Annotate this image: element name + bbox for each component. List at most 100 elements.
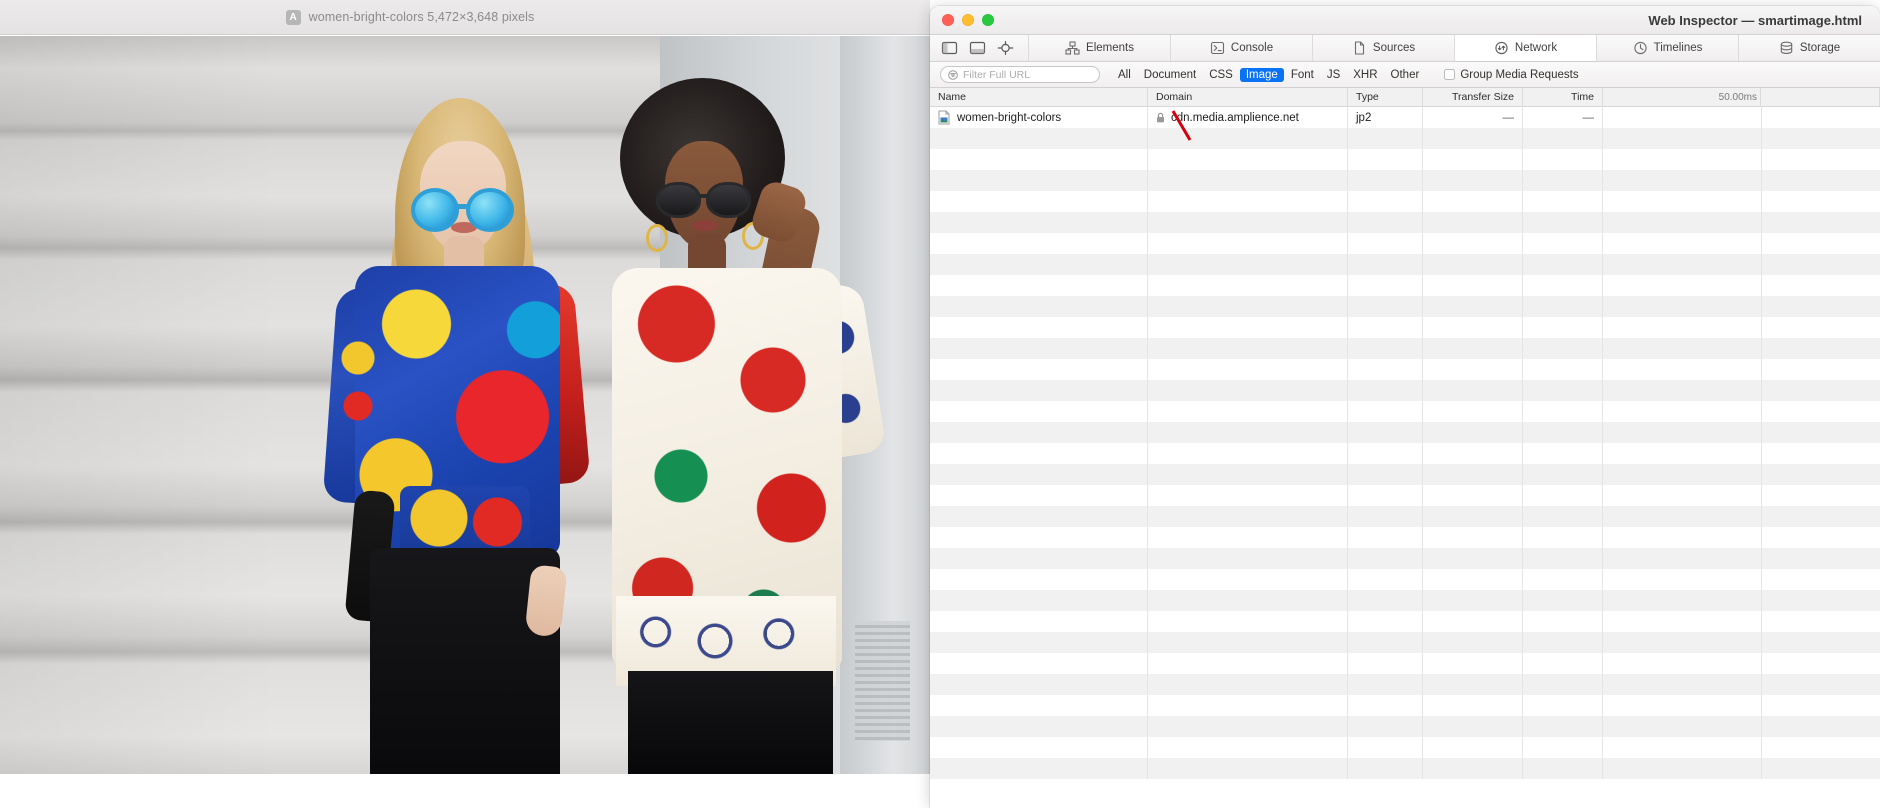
- empty-cell-domain: [1148, 548, 1348, 569]
- empty-cell-transfer-size: [1423, 254, 1523, 275]
- minimize-window-button[interactable]: [962, 14, 974, 26]
- waterfall-row-divider: [1761, 212, 1762, 233]
- inspect-element-icon[interactable]: [997, 41, 1014, 55]
- image-viewer-window: A women-bright-colors 5,472×3,648 pixels: [0, 0, 930, 808]
- waterfall-row-divider: [1761, 737, 1762, 758]
- empty-cell-type: [1348, 674, 1423, 695]
- empty-cell-type: [1348, 506, 1423, 527]
- tab-sources[interactable]: Sources: [1313, 35, 1455, 61]
- waterfall-row-divider: [1761, 464, 1762, 485]
- empty-table-row: [930, 485, 1880, 506]
- empty-cell-transfer-size: [1423, 485, 1523, 506]
- group-media-requests-checkbox[interactable]: Group Media Requests: [1444, 69, 1579, 81]
- filter-type-image[interactable]: Image: [1239, 67, 1284, 82]
- waterfall-row-divider: [1761, 233, 1762, 254]
- model-a-sunglasses-right: [466, 188, 514, 232]
- empty-cell-waterfall: [1603, 443, 1880, 464]
- tab-storage[interactable]: Storage: [1739, 35, 1880, 61]
- empty-cell-time: [1523, 422, 1603, 443]
- zoom-window-button[interactable]: [982, 14, 994, 26]
- empty-table-row: [930, 338, 1880, 359]
- waterfall-row-divider: [1761, 716, 1762, 737]
- column-header-domain[interactable]: Domain: [1148, 88, 1348, 106]
- empty-cell-time: [1523, 653, 1603, 674]
- column-header-transfer-size[interactable]: Transfer Size: [1423, 88, 1523, 106]
- waterfall-row-divider: [1761, 548, 1762, 569]
- elements-icon: [1065, 41, 1080, 55]
- empty-table-row: [930, 611, 1880, 632]
- waterfall-row-divider: [1761, 317, 1762, 338]
- filter-type-xhr[interactable]: XHR: [1347, 68, 1383, 82]
- tab-console[interactable]: Console: [1171, 35, 1313, 61]
- filter-type-font[interactable]: Font: [1285, 68, 1320, 82]
- tab-timelines[interactable]: Timelines: [1597, 35, 1739, 61]
- table-row[interactable]: women-bright-colors cdn.media.amplience.…: [930, 107, 1880, 128]
- timelines-icon: [1633, 41, 1648, 55]
- dock-bottom-icon[interactable]: [969, 41, 986, 55]
- close-window-button[interactable]: [942, 14, 954, 26]
- empty-cell-waterfall: [1603, 611, 1880, 632]
- empty-cell-waterfall: [1603, 758, 1880, 779]
- empty-cell-name: [930, 254, 1148, 275]
- cell-time: —: [1523, 107, 1603, 128]
- empty-cell-name: [930, 611, 1148, 632]
- empty-table-row: [930, 758, 1880, 779]
- inspector-window-title: Web Inspector — smartimage.html: [1648, 13, 1862, 28]
- column-header-name[interactable]: Name: [930, 88, 1148, 106]
- empty-table-row: [930, 716, 1880, 737]
- filter-type-other[interactable]: Other: [1385, 68, 1426, 82]
- empty-table-row: [930, 674, 1880, 695]
- empty-cell-name: [930, 338, 1148, 359]
- empty-cell-domain: [1148, 464, 1348, 485]
- empty-cell-transfer-size: [1423, 548, 1523, 569]
- model-b-sunglasses-left: [656, 182, 701, 218]
- column-header-time[interactable]: Time: [1523, 88, 1603, 106]
- waterfall-row-divider: [1761, 128, 1762, 149]
- empty-cell-time: [1523, 695, 1603, 716]
- tab-network[interactable]: Network: [1455, 35, 1597, 61]
- empty-cell-type: [1348, 254, 1423, 275]
- search-input[interactable]: Filter Full URL: [940, 66, 1100, 83]
- empty-cell-domain: [1148, 191, 1348, 212]
- empty-cell-name: [930, 212, 1148, 233]
- model-a-sleeve-pattern: [336, 336, 380, 436]
- column-header-type[interactable]: Type: [1348, 88, 1423, 106]
- empty-cell-time: [1523, 149, 1603, 170]
- dock-left-icon[interactable]: [941, 41, 958, 55]
- filter-type-document[interactable]: Document: [1138, 68, 1202, 82]
- empty-cell-waterfall: [1603, 233, 1880, 254]
- checkbox-box[interactable]: [1444, 69, 1456, 80]
- waterfall-row-divider: [1761, 527, 1762, 548]
- cell-name[interactable]: women-bright-colors: [930, 107, 1148, 128]
- waterfall-row-divider: [1761, 422, 1762, 443]
- empty-cell-domain: [1148, 527, 1348, 548]
- filter-type-all[interactable]: All: [1112, 68, 1137, 82]
- empty-cell-time: [1523, 485, 1603, 506]
- empty-cell-name: [930, 422, 1148, 443]
- waterfall-row-divider: [1761, 380, 1762, 401]
- empty-cell-waterfall: [1603, 191, 1880, 212]
- waterfall-row-divider: [1761, 485, 1762, 506]
- empty-cell-transfer-size: [1423, 569, 1523, 590]
- image-file-icon: [938, 110, 950, 125]
- filter-type-js[interactable]: JS: [1321, 68, 1346, 82]
- empty-table-row: [930, 569, 1880, 590]
- photo-frame: [0, 36, 930, 774]
- empty-cell-time: [1523, 548, 1603, 569]
- inspector-tabs: Elements Console Sources Network Timelin…: [1029, 35, 1880, 61]
- empty-cell-transfer-size: [1423, 527, 1523, 548]
- empty-cell-time: [1523, 380, 1603, 401]
- empty-cell-time: [1523, 569, 1603, 590]
- empty-cell-type: [1348, 464, 1423, 485]
- empty-table-rows: [930, 128, 1880, 779]
- empty-cell-time: [1523, 128, 1603, 149]
- empty-table-row: [930, 212, 1880, 233]
- tab-elements[interactable]: Elements: [1029, 35, 1171, 61]
- empty-cell-type: [1348, 317, 1423, 338]
- filter-type-css[interactable]: CSS: [1203, 68, 1239, 82]
- empty-cell-waterfall: [1603, 695, 1880, 716]
- empty-cell-type: [1348, 170, 1423, 191]
- empty-cell-type: [1348, 569, 1423, 590]
- inspector-toolbar: Elements Console Sources Network Timelin…: [930, 35, 1880, 62]
- empty-cell-transfer-size: [1423, 758, 1523, 779]
